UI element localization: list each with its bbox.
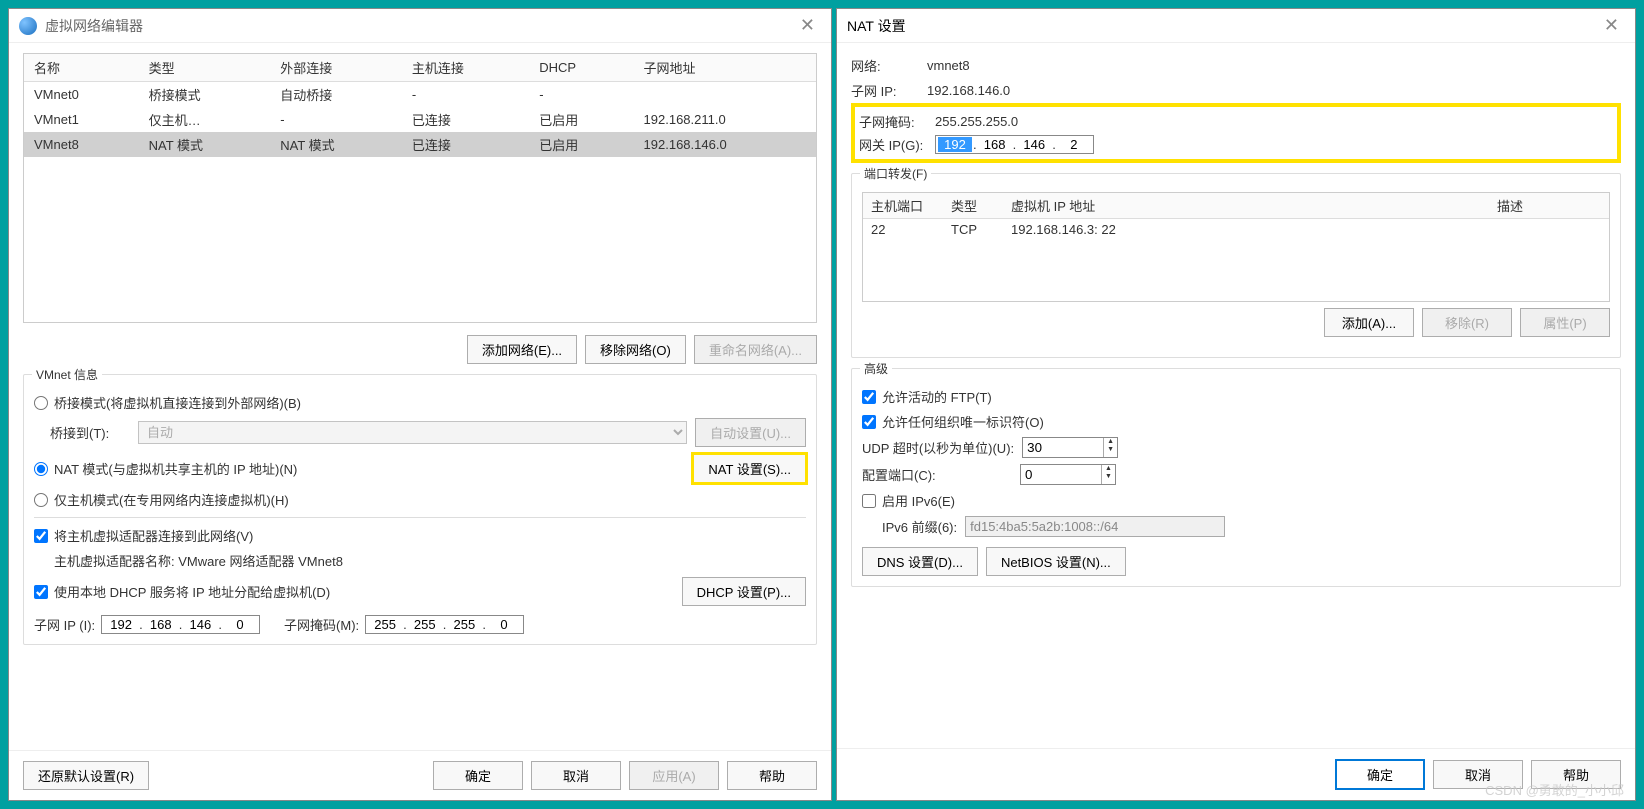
titlebar: NAT 设置 ✕	[837, 9, 1635, 43]
subnet-ip-label: 子网 IP:	[851, 81, 927, 100]
col-host[interactable]: 主机连接	[402, 54, 529, 82]
bridge-radio[interactable]	[34, 396, 48, 410]
spinner-down-icon: ▼	[1102, 473, 1115, 481]
dns-settings-button[interactable]: DNS 设置(D)...	[862, 547, 978, 576]
use-dhcp-checkbox[interactable]	[34, 585, 48, 599]
spinner-up-icon: ▲	[1102, 465, 1115, 473]
window-title: 虚拟网络编辑器	[45, 16, 794, 36]
cancel-button[interactable]: 取消	[531, 761, 621, 790]
spinner-up-icon: ▲	[1104, 438, 1117, 446]
ok-button[interactable]: 确定	[1335, 759, 1425, 790]
cancel-button[interactable]: 取消	[1433, 760, 1523, 789]
config-port-spinner[interactable]: ▲▼	[1020, 464, 1116, 485]
dhcp-settings-button[interactable]: DHCP 设置(P)...	[682, 577, 806, 606]
nat-settings-button[interactable]: NAT 设置(S)...	[693, 454, 806, 483]
restore-defaults-button[interactable]: 还原默认设置(R)	[23, 761, 149, 790]
rename-network-button: 重命名网络(A)...	[694, 335, 817, 364]
col-external[interactable]: 外部连接	[270, 54, 402, 82]
nat-radio-label: NAT 模式(与虚拟机共享主机的 IP 地址)(N)	[54, 459, 297, 478]
netbios-settings-button[interactable]: NetBIOS 设置(N)...	[986, 547, 1126, 576]
gateway-ip-input[interactable]: . . .	[935, 135, 1094, 154]
nat-settings-window: NAT 设置 ✕ 网络: vmnet8 子网 IP: 192.168.146.0…	[836, 8, 1636, 801]
subnet-mask-label: 子网掩码(M):	[284, 615, 359, 634]
network-list[interactable]: 名称 类型 外部连接 主机连接 DHCP 子网地址 VMnet0桥接模式自动桥接…	[23, 53, 817, 323]
hostonly-radio-label: 仅主机模式(在专用网络内连接虚拟机)(H)	[54, 490, 289, 509]
port-forward-group: 端口转发(F) 主机端口 类型 虚拟机 IP 地址 描述 22TCP192.16…	[851, 173, 1621, 358]
connect-host-label: 将主机虚拟适配器连接到此网络(V)	[54, 526, 253, 545]
close-icon[interactable]: ✕	[1598, 15, 1625, 36]
bridge-to-select: 自动	[138, 421, 687, 444]
enable-ipv6-checkbox[interactable]	[862, 494, 876, 508]
table-row[interactable]: 22TCP192.168.146.3: 22	[863, 219, 1609, 241]
port-forward-table[interactable]: 主机端口 类型 虚拟机 IP 地址 描述 22TCP192.168.146.3:…	[862, 192, 1610, 302]
subnet-mask-input[interactable]: . . .	[365, 615, 524, 634]
allow-org-checkbox[interactable]	[862, 415, 876, 429]
titlebar: 虚拟网络编辑器 ✕	[9, 9, 831, 43]
allow-ftp-checkbox[interactable]	[862, 390, 876, 404]
table-row[interactable]: VMnet8NAT 模式NAT 模式已连接已启用192.168.146.0	[24, 132, 816, 157]
nat-radio[interactable]	[34, 462, 48, 476]
network-value: vmnet8	[927, 58, 970, 73]
ok-button[interactable]: 确定	[433, 761, 523, 790]
add-network-button[interactable]: 添加网络(E)...	[467, 335, 577, 364]
connect-host-checkbox[interactable]	[34, 529, 48, 543]
ipv6-prefix-input	[965, 516, 1225, 537]
col-name[interactable]: 名称	[24, 54, 139, 82]
help-button[interactable]: 帮助	[1531, 760, 1621, 789]
help-button[interactable]: 帮助	[727, 761, 817, 790]
adapter-name-text: 主机虚拟适配器名称: VMware 网络适配器 VMnet8	[54, 551, 806, 570]
apply-button: 应用(A)	[629, 761, 719, 790]
subnet-ip-input[interactable]: . . .	[101, 615, 260, 634]
col-type[interactable]: 类型	[139, 54, 271, 82]
spinner-down-icon: ▼	[1104, 446, 1117, 454]
virtual-network-editor-window: 虚拟网络编辑器 ✕ 名称 类型 外部连接 主机连接 DHCP 子网地址 VMne…	[8, 8, 832, 801]
pf-add-button[interactable]: 添加(A)...	[1324, 308, 1414, 337]
bridge-to-label: 桥接到(T):	[50, 423, 130, 442]
close-icon[interactable]: ✕	[794, 15, 821, 36]
auto-settings-button: 自动设置(U)...	[695, 418, 806, 447]
remove-network-button[interactable]: 移除网络(O)	[585, 335, 686, 364]
pf-prop-button: 属性(P)	[1520, 308, 1610, 337]
use-dhcp-label: 使用本地 DHCP 服务将 IP 地址分配给虚拟机(D)	[54, 582, 330, 601]
col-subnet[interactable]: 子网地址	[634, 54, 816, 82]
subnet-ip-label: 子网 IP (I):	[34, 615, 95, 634]
gateway-ip-label: 网关 IP(G):	[859, 135, 935, 154]
subnet-ip-value: 192.168.146.0	[927, 83, 1010, 98]
vmnet-info-group: VMnet 信息 桥接模式(将虚拟机直接连接到外部网络)(B) 桥接到(T): …	[23, 374, 817, 645]
udp-timeout-spinner[interactable]: ▲▼	[1022, 437, 1118, 458]
table-row[interactable]: VMnet1仅主机…-已连接已启用192.168.211.0	[24, 107, 816, 132]
hostonly-radio[interactable]	[34, 493, 48, 507]
highlighted-gateway-block: 子网掩码: 255.255.255.0 网关 IP(G): . . .	[851, 103, 1621, 163]
network-label: 网络:	[851, 56, 927, 75]
app-icon	[19, 17, 37, 35]
table-row[interactable]: VMnet0桥接模式自动桥接--	[24, 82, 816, 108]
col-dhcp[interactable]: DHCP	[529, 54, 633, 82]
subnet-mask-label: 子网掩码:	[859, 112, 935, 131]
window-title: NAT 设置	[847, 16, 1598, 36]
bridge-radio-label: 桥接模式(将虚拟机直接连接到外部网络)(B)	[54, 393, 301, 412]
subnet-mask-value: 255.255.255.0	[935, 114, 1018, 129]
pf-remove-button: 移除(R)	[1422, 308, 1512, 337]
advanced-group: 高级 允许活动的 FTP(T) 允许任何组织唯一标识符(O) UDP 超时(以秒…	[851, 368, 1621, 587]
